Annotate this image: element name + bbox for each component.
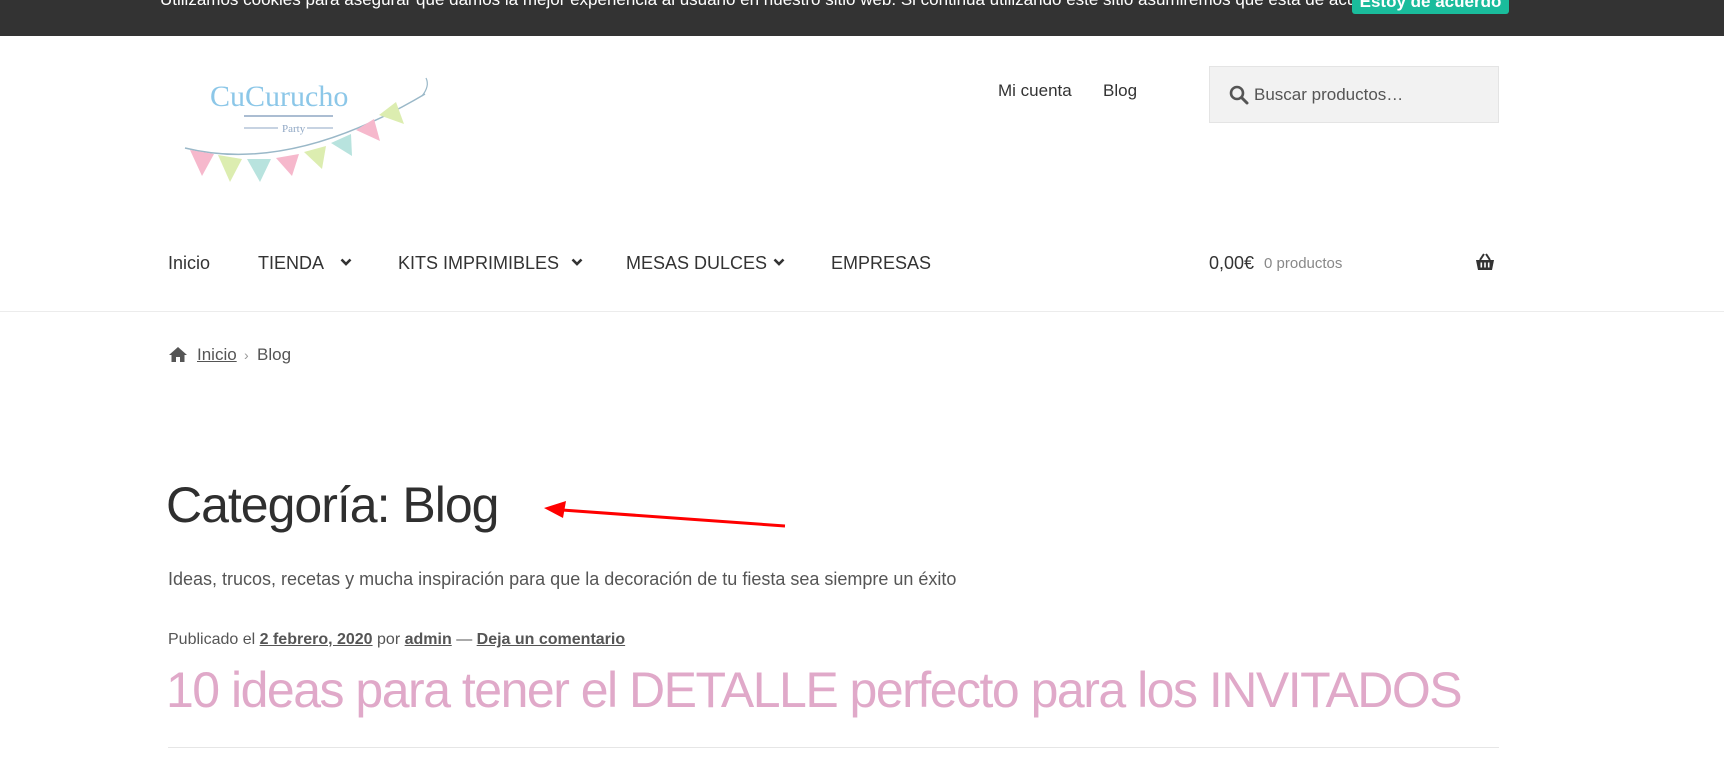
cookie-accept-button[interactable]: Estoy de acuerdo	[1352, 0, 1509, 14]
nav-item-inicio[interactable]: Inicio	[168, 252, 210, 274]
product-search	[1209, 66, 1499, 123]
nav-item-label: TIENDA	[258, 253, 325, 273]
search-input[interactable]	[1254, 77, 1484, 113]
nav-item-mesas-dulces[interactable]: MESAS DULCES	[626, 252, 785, 274]
nav-item-empresas[interactable]: EMPRESAS	[831, 252, 931, 274]
logo-bunting-graphic: CuCurucho Party	[184, 77, 428, 182]
post-meta: Publicado el 2 febrero, 2020 por admin —…	[168, 629, 625, 651]
nav-link-blog[interactable]: Blog	[1103, 80, 1137, 102]
nav-item-label: MESAS DULCES	[626, 253, 768, 273]
nav-link-mi-cuenta[interactable]: Mi cuenta	[998, 80, 1072, 102]
breadcrumb-current: Blog	[257, 345, 292, 364]
nav-item-kits-imprimibles[interactable]: KITS IMPRIMIBLES	[398, 252, 583, 274]
post-title-link[interactable]: 10 ideas para tener el DETALLE perfecto …	[166, 660, 1463, 720]
basket-icon	[1476, 253, 1494, 270]
post-meta-prefix: Publicado el	[168, 631, 256, 648]
search-icon	[1229, 85, 1249, 105]
chevron-down-icon	[571, 258, 583, 266]
nav-item-label: KITS IMPRIMIBLES	[398, 253, 560, 273]
nav-item-label: EMPRESAS	[831, 253, 932, 273]
annotation-arrow-icon	[544, 501, 786, 528]
nav-item-label: Inicio	[168, 253, 211, 273]
chevron-down-icon	[340, 258, 352, 266]
chevron-down-icon	[773, 258, 785, 266]
site-logo[interactable]: CuCurucho Party	[180, 64, 450, 189]
logo-text: CuCurucho	[210, 80, 348, 113]
home-icon	[169, 347, 187, 362]
breadcrumb-separator-icon: ›	[244, 347, 249, 363]
post-meta-by: por	[377, 631, 401, 648]
nav-item-tienda[interactable]: TIENDA	[258, 252, 352, 274]
cookie-notice-text: Utilizamos cookies para asegurar que dam…	[160, 0, 1395, 10]
post-author-link[interactable]: admin	[405, 631, 452, 648]
cart-item-count: 0 productos	[1264, 255, 1343, 272]
post-divider	[168, 747, 1499, 748]
category-description: Ideas, trucos, recetas y mucha inspiraci…	[168, 569, 957, 589]
post-date-link[interactable]: 2 febrero, 2020	[260, 631, 373, 648]
post-comment-link[interactable]: Deja un comentario	[477, 631, 625, 648]
post-meta-dash: —	[456, 631, 473, 648]
cart-amount: 0,00€	[1209, 253, 1255, 273]
header-divider	[0, 311, 1724, 312]
logo-subtext: Party	[282, 123, 306, 135]
page-title: Categoría: Blog	[166, 477, 499, 533]
breadcrumb-link-inicio[interactable]: Inicio	[197, 344, 237, 366]
cookie-notice-bar: Utilizamos cookies para asegurar que dam…	[0, 0, 1724, 36]
